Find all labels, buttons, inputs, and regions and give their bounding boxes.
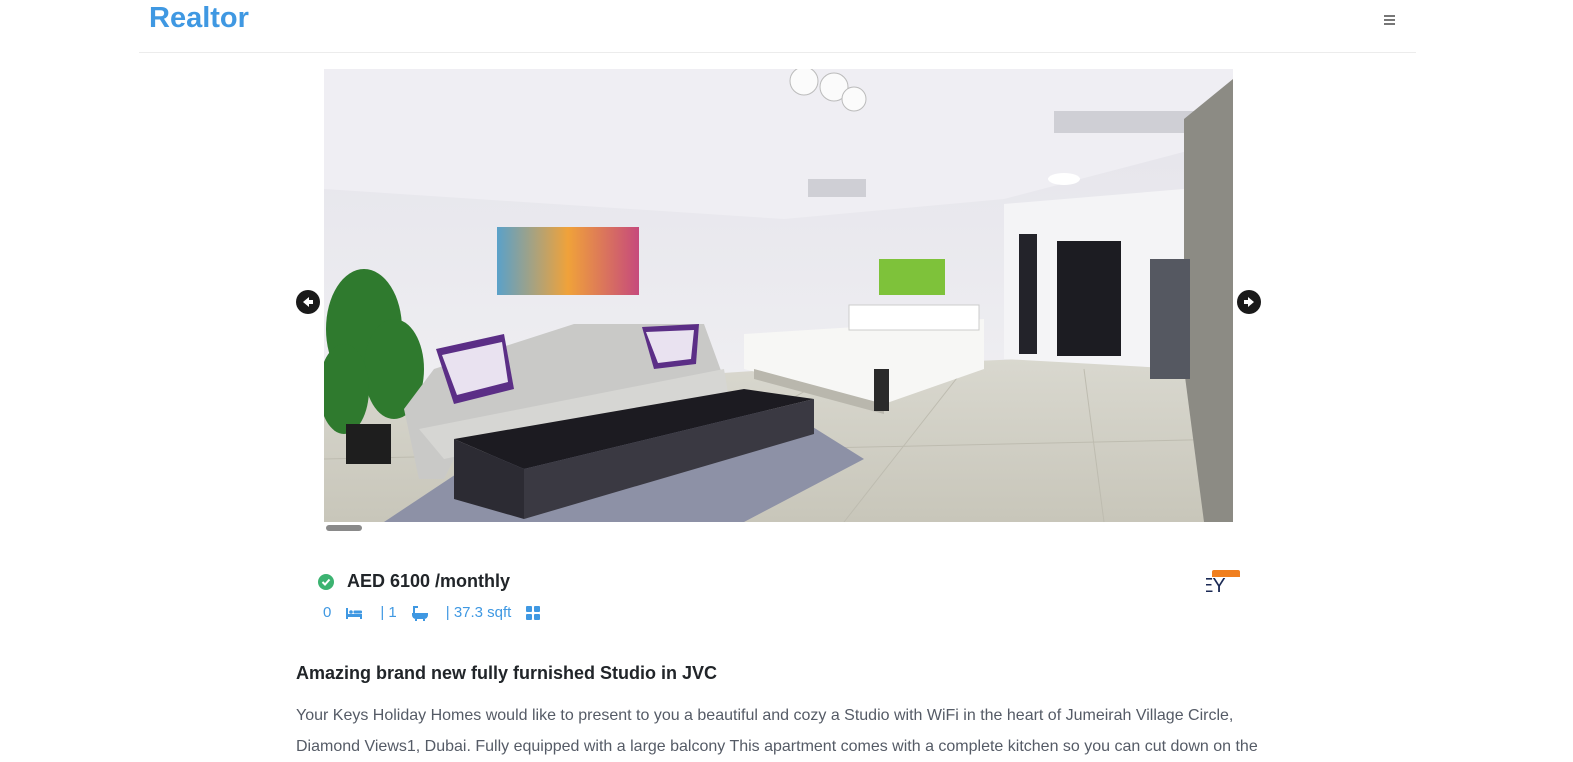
site-header: Realtor	[139, 0, 1416, 53]
listing-title: Amazing brand new fully furnished Studio…	[296, 663, 718, 683]
property-photo-carousel[interactable]	[324, 69, 1233, 522]
grid-icon	[525, 605, 541, 621]
price-row: AED 6100 /monthly	[318, 571, 510, 592]
carousel-next-button[interactable]	[1237, 290, 1261, 314]
property-photo	[324, 69, 1233, 522]
listing-price: AED 6100 /monthly	[347, 571, 511, 591]
bathroom-count: | 1	[380, 604, 397, 621]
property-features: 0 | 1 | 37.3 sqft	[323, 604, 558, 621]
arrow-left-icon	[303, 297, 313, 307]
bed-icon	[345, 606, 363, 620]
carousel-prev-button[interactable]	[296, 290, 320, 314]
hamburger-menu-icon[interactable]	[1377, 11, 1401, 29]
agency-logo[interactable]: EY	[1206, 569, 1240, 597]
check-circle-icon	[318, 573, 334, 590]
brand-logo[interactable]: Realtor	[149, 1, 249, 35]
bedroom-count: 0	[323, 604, 332, 621]
carousel-indicator-active[interactable]	[326, 525, 362, 531]
area-size: | 37.3 sqft	[445, 604, 512, 621]
bathtub-icon	[411, 605, 429, 621]
listing-description: Your Keys Holiday Homes would like to pr…	[296, 707, 1258, 755]
arrow-right-icon	[1244, 297, 1254, 307]
